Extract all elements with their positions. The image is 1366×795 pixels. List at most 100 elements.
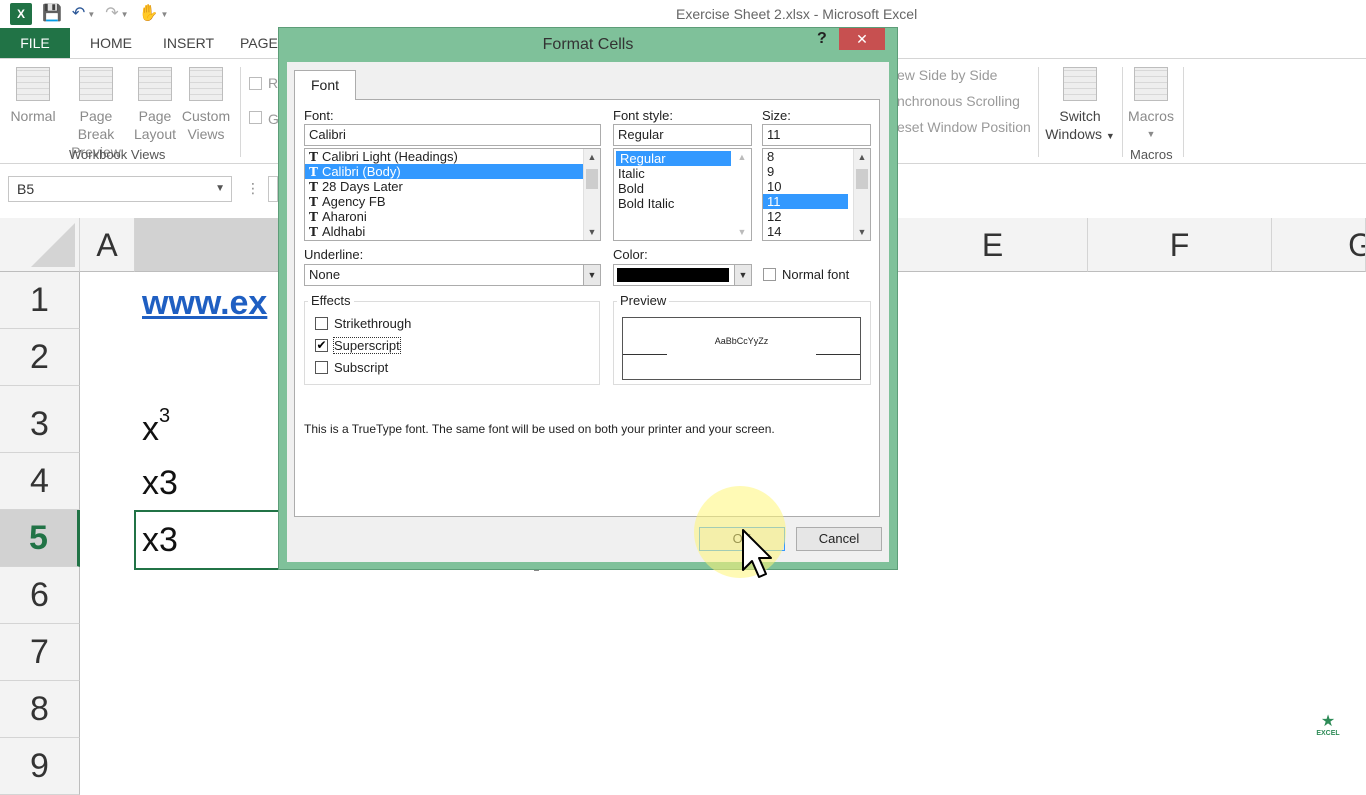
cell-b4[interactable]: x3 — [142, 464, 178, 503]
gridlines-checkbox[interactable] — [249, 111, 262, 124]
font-style-item[interactable]: Bold — [614, 181, 751, 196]
normal-view-button[interactable]: Normal — [8, 67, 58, 125]
font-list-item[interactable]: T Calibri Light (Headings) — [305, 149, 600, 164]
custom-views-label-2: Views — [187, 126, 225, 142]
tab-home[interactable]: HOME — [90, 28, 132, 58]
row-header-6[interactable]: 6 — [0, 567, 80, 624]
color-label: Color: — [613, 247, 648, 262]
font-style-input[interactable]: Regular — [613, 124, 752, 146]
underline-dropdown[interactable]: None ▼ — [304, 264, 601, 286]
undo-icon[interactable]: ↶ — [72, 4, 85, 24]
synchronous-scrolling-button[interactable]: nchronous Scrolling — [897, 93, 1020, 109]
scroll-down-icon[interactable]: ▼ — [584, 224, 600, 240]
column-header-g-label: G — [1348, 227, 1365, 263]
close-button[interactable]: ✕ — [839, 28, 885, 50]
ruler-checkbox[interactable] — [249, 77, 262, 90]
chevron-down-icon[interactable]: ▼ — [583, 265, 600, 285]
scroll-down-icon[interactable]: ▼ — [854, 224, 870, 240]
column-header-a[interactable]: A — [80, 218, 135, 272]
excel-logo-icon[interactable]: X — [10, 3, 32, 25]
reset-window-position-button[interactable]: eset Window Position — [897, 119, 1031, 135]
cell-b1-link[interactable]: www.ex — [142, 284, 267, 323]
normal-view-label: Normal — [10, 108, 56, 124]
preview-label: Preview — [617, 293, 670, 308]
font-list-item[interactable]: T 28 Days Later — [305, 179, 600, 194]
tab-file[interactable]: FILE — [0, 28, 70, 58]
cell-b3[interactable]: x3 — [142, 405, 170, 449]
ribbon-divider — [1122, 67, 1123, 157]
cancel-button[interactable]: Cancel — [796, 527, 882, 551]
scroll-up-icon[interactable]: ▲ — [584, 149, 600, 165]
font-style-scrollbar[interactable]: ▲ ▼ — [734, 149, 751, 240]
chevron-down-icon[interactable]: ▼ — [734, 265, 751, 285]
font-style-item[interactable]: Italic — [614, 166, 751, 181]
name-box[interactable]: B5 ▼ — [8, 176, 232, 202]
dialog-body: Font Font: Calibri T Calibri Light (Headi… — [287, 62, 889, 562]
superscript-checkbox[interactable]: ✔ — [315, 339, 328, 352]
macros-dropdown-icon: ▼ — [1146, 129, 1156, 139]
row-header-2[interactable]: 2 — [0, 329, 80, 386]
scroll-thumb[interactable] — [586, 169, 598, 189]
font-list-item[interactable]: T Agency FB — [305, 194, 600, 209]
row-header-9[interactable]: 9 — [0, 738, 80, 795]
color-dropdown[interactable]: ▼ — [613, 264, 752, 286]
undo-dropdown-icon[interactable]: ▼ — [87, 10, 95, 19]
page-layout-view-button[interactable]: Page Layout — [132, 67, 178, 143]
redo-icon[interactable]: ↷ — [105, 4, 118, 24]
tab-page-layout[interactable]: PAGE — [240, 28, 278, 58]
macros-button[interactable]: Macros ▼ — [1124, 67, 1178, 143]
formula-bar-splitter-icon[interactable]: ⋮ — [246, 180, 260, 197]
select-all-corner[interactable] — [0, 218, 80, 272]
font-list-scrollbar[interactable]: ▲ ▼ — [583, 149, 600, 240]
help-button[interactable]: ? — [817, 30, 827, 48]
subscript-checkbox[interactable] — [315, 361, 328, 374]
truetype-icon: T — [309, 180, 318, 194]
row-header-5[interactable]: 5 — [0, 510, 80, 567]
column-header-g[interactable]: G — [1272, 218, 1366, 272]
scroll-up-icon[interactable]: ▲ — [734, 149, 750, 165]
formula-input[interactable] — [268, 176, 278, 202]
redo-dropdown-icon[interactable]: ▼ — [121, 10, 129, 19]
tab-font[interactable]: Font — [294, 70, 356, 100]
strikethrough-label[interactable]: Strikethrough — [334, 316, 411, 331]
font-list[interactable]: T Calibri Light (Headings) T Calibri (Body… — [304, 148, 601, 241]
view-side-by-side-button[interactable]: ew Side by Side — [897, 67, 997, 83]
size-list[interactable]: 8 9 10 11 12 14 ▲ ▼ — [762, 148, 871, 241]
font-list-item[interactable]: T Aldhabi — [305, 224, 600, 239]
scroll-thumb[interactable] — [856, 169, 868, 189]
tab-insert[interactable]: INSERT — [163, 28, 214, 58]
name-box-dropdown-icon[interactable]: ▼ — [215, 177, 225, 201]
column-header-e[interactable]: E — [898, 218, 1088, 272]
normal-font-label[interactable]: Normal font — [782, 267, 849, 282]
row-header-1[interactable]: 1 — [0, 272, 80, 329]
normal-view-icon — [16, 67, 50, 101]
mouse-pointer-icon — [742, 529, 772, 578]
strikethrough-checkbox[interactable] — [315, 317, 328, 330]
superscript-label[interactable]: Superscript — [333, 337, 401, 354]
subscript-label[interactable]: Subscript — [334, 360, 388, 375]
scroll-down-icon[interactable]: ▼ — [734, 224, 750, 240]
row-header-4[interactable]: 4 — [0, 453, 80, 510]
column-header-b[interactable] — [135, 218, 280, 272]
ruler-label: R — [268, 75, 279, 91]
font-list-item[interactable]: T Aharoni — [305, 209, 600, 224]
font-style-item[interactable]: Bold Italic — [614, 196, 751, 211]
font-style-item-selected[interactable]: Regular — [616, 151, 731, 166]
font-list-item-selected[interactable]: T Calibri (Body) — [305, 164, 600, 179]
font-input[interactable]: Calibri — [304, 124, 601, 146]
switch-windows-button[interactable]: Switch Windows ▼ — [1044, 67, 1116, 145]
size-list-item-selected[interactable]: 11 — [763, 194, 848, 209]
scroll-up-icon[interactable]: ▲ — [854, 149, 870, 165]
size-list-scrollbar[interactable]: ▲ ▼ — [853, 149, 870, 240]
font-style-list[interactable]: Regular Italic Bold Bold Italic ▲ ▼ — [613, 148, 752, 241]
touch-mode-icon[interactable]: ✋ — [139, 4, 159, 24]
customize-qat-icon[interactable]: ▼ — [161, 10, 169, 19]
size-input[interactable]: 11 — [762, 124, 871, 146]
row-header-8[interactable]: 8 — [0, 681, 80, 738]
custom-views-button[interactable]: Custom Views — [180, 67, 232, 143]
row-header-3[interactable]: 3 — [0, 386, 80, 453]
normal-font-checkbox[interactable] — [763, 268, 776, 281]
row-header-7[interactable]: 7 — [0, 624, 80, 681]
save-icon[interactable]: 💾 — [42, 4, 62, 24]
column-header-f[interactable]: F — [1088, 218, 1272, 272]
